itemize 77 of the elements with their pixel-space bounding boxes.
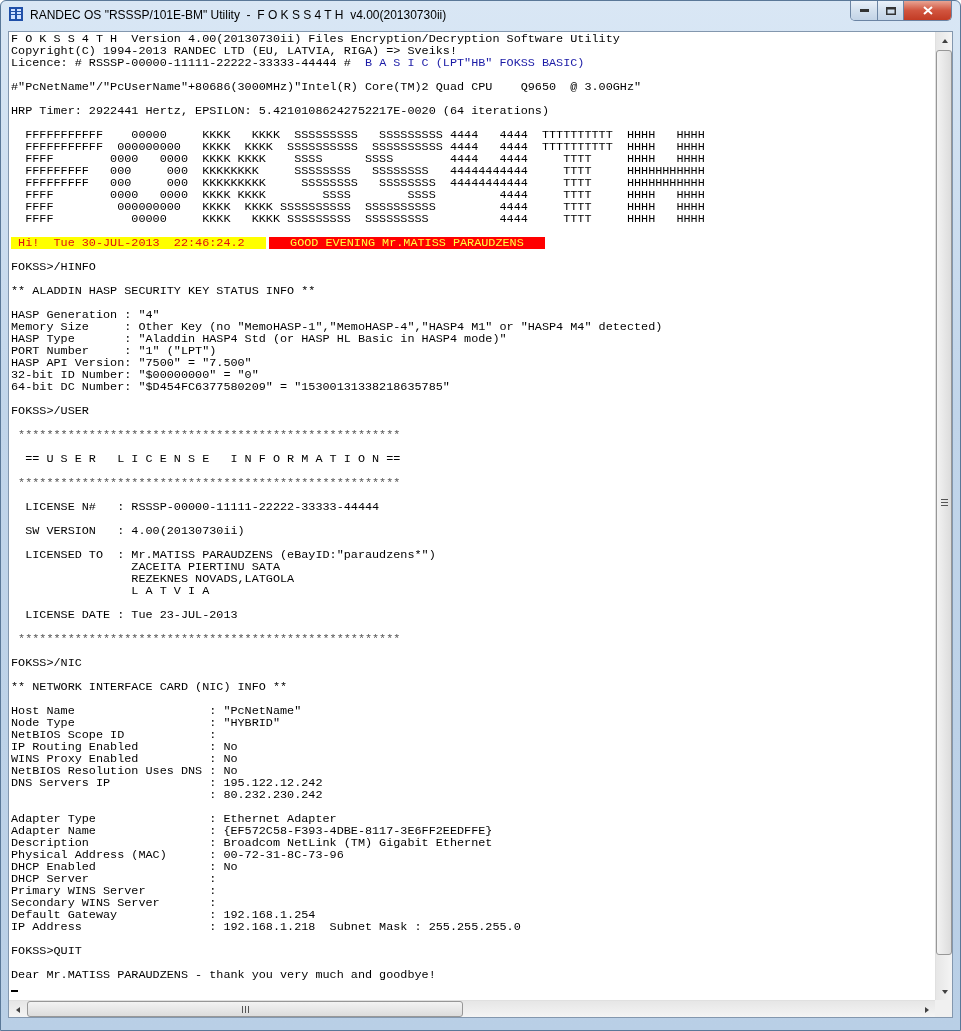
asterisk-rule: ****************************************************** [17,429,401,441]
console-line: Description : Broadcom NetLink (TM) Gigabit Ethernet [11,837,493,849]
horizontal-scrollbar[interactable] [9,1000,935,1017]
console-line: HASP Generation : "4" [11,309,160,321]
text-cursor [11,990,18,992]
console-line: Host Name : "PcNetName" [11,705,302,717]
console-line: HASP API Version: "7500" = "7.500" [11,357,252,369]
grip-icon [241,1005,249,1013]
maximize-icon [885,6,896,15]
scrollbar-corner [935,1000,952,1017]
console-line: HRP Timer: 2922441 Hertz, EPSILON: 5.42101086242752217E-0020 (64 iterations) [11,105,550,117]
ascii-art-line: FFFF 000000000 KKKK KKKK SSSSSSSSSS SSSSSSSSSS 4444 TTTT HHHH HHHH [24,201,705,213]
up-arrow-icon [940,37,949,44]
console-line: Node Type : "HYBRID" [11,717,280,729]
console-line: FOKSS>/NIC [11,657,82,669]
console-line: Primary WINS Server : [11,885,217,897]
asterisk-rule: ****************************************************** [17,633,401,645]
console-line: F O K S S 4 T H Version 4.00(20130730ii) Files Encryption/Decryption Software Utility [11,33,620,45]
ascii-art-line: FFFFFFFFF 000 000 KKKKKKKK SSSSSSSS SSSSSSSS 44444444444 TTTT HHHHHHHHHHH [24,165,705,177]
app-icon [8,6,24,22]
close-icon [922,6,933,15]
console-line: Physical Address (MAC) : 00-72-31-8C-73-96 [11,849,344,861]
console-line: Adapter Name : {EF572C58-F393-4DBE-8117-3E6FF2EEDFFE} [11,825,493,837]
console-line: : 80.232.230.242 [208,789,323,801]
greeting-date: Hi! Tue 30-JUL-2013 22:46:24.2 [11,237,266,249]
ascii-art-line: FFFFFFFFFFF 000000000 KKKK KKKK SSSSSSSSSS SSSSSSSSSS 4444 4444 TTTTTTTTTT HHHH HHHH [24,141,705,153]
window-title: RANDEC OS "RSSSP/101E-BM" Utility - F O K S S 4 T H v4.00(20130730ii) [30,7,448,24]
down-arrow-icon [940,988,949,995]
right-arrow-icon [923,1005,930,1014]
console-line: LICENSE N# : RSSSP-00000-11111-22222-33333-44444 [24,501,380,513]
console-line: ZACEITA PIERTINU SATA [130,561,280,573]
maximize-button[interactable] [877,1,903,20]
console-line: FOKSS>/USER [11,405,89,417]
console-line: LICENSE DATE : Tue 23-JUL-2013 [24,609,238,621]
console-line: ** NETWORK INTERFACE CARD (NIC) INFO ** [11,681,288,693]
console-line: Dear Mr.MATISS PARAUDZENS - thank you very much and goodbye! [11,969,436,981]
left-arrow-icon [14,1005,21,1014]
grip-icon [940,499,948,506]
console-line: Secondary WINS Server : [11,897,217,909]
console-line: SW VERSION : 4.00(20130730ii) [24,525,245,537]
console-line: 64-bit DC Number: "$D454FC6377580209" = "15300131338218635785" [11,381,450,393]
asterisk-rule: ****************************************************** [17,477,401,489]
console-line: Memory Size : Other Key (no "MemoHASP-1","MemoHASP-4","HASP4 M1" or "HASP4 M4" detected) [11,321,663,333]
console-text: Licence: # RSSSP-00000-11111-22222-33333-44444 # [11,57,351,69]
console-line: Copyright(C) 1994-2013 RANDEC LTD (EU, LATVIA, RIGA) => Sveiks! [11,45,457,57]
console-line: LICENSED TO : Mr.MATISS PARAUDZENS (eBayID:"paraudzens*") [24,549,436,561]
console-line: IP Address : 192.168.1.218 Subnet Mask : 255.255.255.0 [11,921,521,933]
console-line: Default Gateway : 192.168.1.254 [11,909,316,921]
ascii-art-line: FFFF 00000 KKKK KKKK SSSSSSSSS SSSSSSSSS 4444 TTTT HHHH HHHH [24,213,705,225]
minimize-button[interactable] [851,1,877,20]
console-line: L A T V I A [130,585,210,597]
console-line: DHCP Enabled : No [11,861,238,873]
close-button[interactable] [903,1,951,20]
ascii-art-line: FFFF 0000 0000 KKKK KKKK SSSS SSSS 4444 4444 TTTT HHHH HHHH [24,153,705,165]
console-line: == U S E R L I C E N S E I N F O R M A T I O N == [24,453,401,465]
console-line: 32-bit ID Number: "$00000000" = "0" [11,369,259,381]
console-line: ** ALADDIN HASP SECURITY KEY STATUS INFO ** [11,285,316,297]
console-line: PORT Number : "1" ("LPT") [11,345,217,357]
console-line: FOKSS>QUIT [11,945,82,957]
console-line: HASP Type : "Aladdin HASP4 Std (or HASP HL Basic in HASP4 mode)" [11,333,507,345]
console-line: Adapter Type : Ethernet Adapter [11,813,337,825]
console-line: NetBIOS Scope ID : [11,729,217,741]
ascii-art-line: FFFFFFFFF 000 000 KKKKKKKKK SSSSSSSS SSSSSSSS 44444444444 TTTT HHHHHHHHHHH [24,177,705,189]
console-line: DNS Servers IP : 195.122.12.242 [11,777,323,789]
console-line: FOKSS>/HINFO [11,261,96,273]
ascii-art-line: FFFF 0000 0000 KKKK KKKK SSSS SSSS 4444 TTTT HHHH HHHH [24,189,705,201]
console-line: #"PcNetName"/"PcUserName"+80686(3000MHz)"Intel(R) Core(TM)2 Quad CPU Q9650 @ 3.00GHz" [11,81,642,93]
console-line: NetBIOS Resolution Uses DNS : No [11,765,238,777]
console-line: IP Routing Enabled : No [11,741,238,753]
console-line: DHCP Server : [11,873,217,885]
scrollbar-thumb[interactable] [27,1001,463,1017]
console-line: REZEKNES NOVADS,LATGOLA [130,573,295,585]
ascii-art-line: FFFFFFFFFFF 00000 KKKK KKKK SSSSSSSSS SSSSSSSSS 4444 4444 TTTTTTTTTT HHHH HHHH [24,129,705,141]
edition-label: B A S I C (LPT"HB" FOKSS BASIC) [364,57,585,69]
greeting-message: GOOD EVENING Mr.MATISS PARAUDZENS [268,237,545,249]
minimize-icon [859,9,869,12]
console-line: WINS Proxy Enabled : No [11,753,238,765]
